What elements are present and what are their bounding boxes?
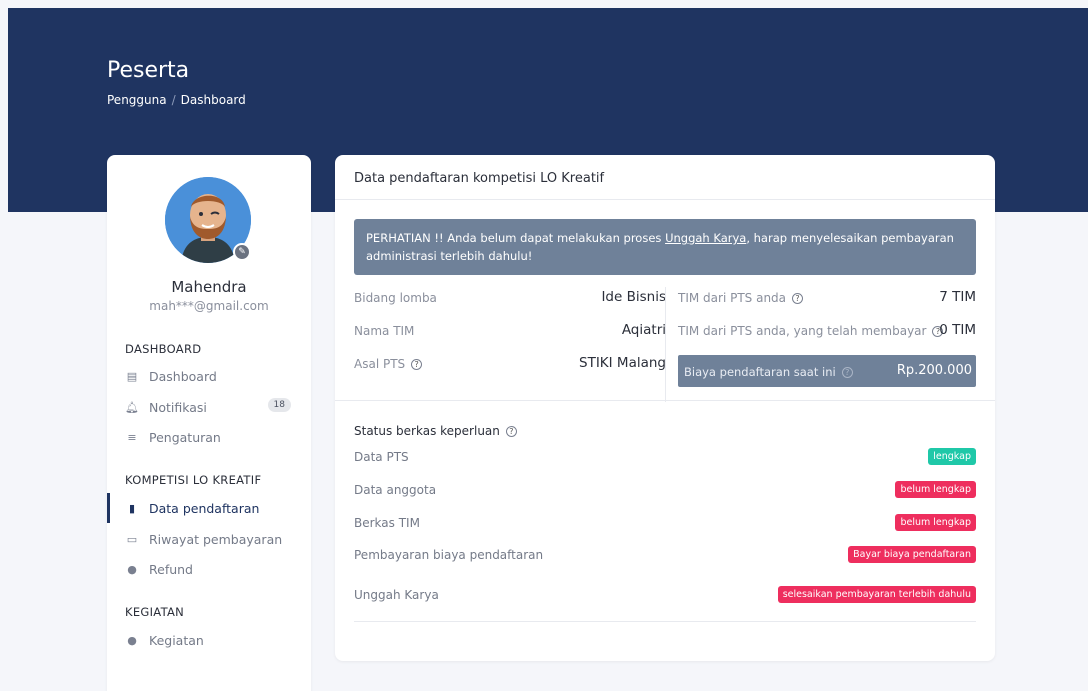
info-row-nama-tim: Nama TIM Aqiatri — [354, 320, 666, 353]
notification-count-badge: 18 — [267, 398, 291, 412]
sidebar-item-label: Notifikasi — [149, 399, 207, 415]
avatar: ✎ — [165, 177, 253, 265]
sidebar-item-refund[interactable]: ● Refund — [125, 558, 311, 580]
file-icon: ▮ — [128, 501, 136, 515]
status-row-unggah-karya: Unggah Karya selesaikan pembayaran terle… — [354, 586, 976, 606]
status-row-data-anggota: Data anggota belum lengkap — [354, 481, 976, 501]
status-row-pembayaran: Pembayaran biaya pendaftaran Bayar biaya… — [354, 546, 976, 566]
page-title: Peserta — [107, 58, 190, 83]
breadcrumb-pengguna[interactable]: Pengguna — [107, 93, 167, 107]
info-value: 0 TIM — [939, 322, 976, 338]
section-kompetisi-title: KOMPETISI LO KREATIF — [125, 473, 262, 487]
help-icon[interactable]: ? — [792, 293, 804, 304]
sidebar-item-data-pendaftaran[interactable]: ▮ Data pendaftaran — [107, 493, 311, 523]
status-label: Data PTS — [354, 450, 409, 464]
info-row-bidang-lomba: Bidang lomba Ide Bisnis — [354, 287, 666, 320]
info-label: Bidang lomba — [354, 291, 437, 305]
pay-fee-button[interactable]: Bayar biaya pendaftaran — [848, 546, 976, 563]
breadcrumb-separator: / — [171, 93, 176, 107]
settings-icon: ≡ — [127, 430, 137, 444]
registration-fee-box: Biaya pendaftaran saat ini? Rp.200.000 — [678, 355, 976, 387]
status-label: Pembayaran biaya pendaftaran — [354, 548, 544, 562]
sidebar-item-label: Refund — [149, 561, 193, 577]
info-label-text: TIM dari PTS anda, yang telah membayar — [678, 324, 927, 338]
user-email: mah***@gmail.com — [149, 299, 269, 313]
info-label-text: TIM dari PTS anda — [678, 291, 787, 305]
status-badge: belum lengkap — [895, 481, 976, 498]
payment-warning-alert: PERHATIAN !! Anda belum dapat melakukan … — [354, 219, 976, 275]
help-icon[interactable]: ? — [841, 367, 853, 378]
info-label: Nama TIM — [354, 324, 415, 338]
users-icon: ● — [127, 562, 137, 576]
sidebar: ✎ Mahendra mah***@gmail.com DASHBOARD ▤ … — [107, 155, 311, 691]
divider — [335, 400, 995, 401]
info-label: Asal PTS? — [354, 357, 423, 371]
info-label-text: Asal PTS — [354, 357, 406, 371]
info-value: 7 TIM — [939, 289, 976, 305]
help-icon[interactable]: ? — [505, 426, 517, 437]
credit-card-icon: ▭ — [126, 532, 138, 546]
sidebar-item-riwayat-pembayaran[interactable]: ▭ Riwayat pembayaran — [125, 528, 311, 550]
user-name: Mahendra — [171, 278, 247, 296]
card-title: Data pendaftaran kompetisi LO Kreatif — [335, 155, 995, 200]
section-kegiatan-title: KEGIATAN — [125, 605, 185, 619]
breadcrumb-dashboard: Dashboard — [180, 93, 246, 107]
info-label: TIM dari PTS anda? — [678, 291, 804, 305]
status-title: Status berkas keperluan? — [354, 424, 517, 438]
bell-icon: 🔔︎ — [125, 400, 139, 414]
sidebar-item-label: Dashboard — [149, 368, 217, 384]
section-dashboard-title: DASHBOARD — [125, 342, 202, 356]
help-icon[interactable]: ? — [411, 359, 423, 370]
info-row-tim-pts: TIM dari PTS anda? 7 TIM — [666, 287, 976, 320]
status-row-data-pts: Data PTS lengkap — [354, 448, 976, 468]
divider — [354, 621, 976, 622]
registration-card: Data pendaftaran kompetisi LO Kreatif PE… — [335, 155, 995, 661]
sidebar-item-label: Kegiatan — [149, 632, 204, 648]
info-row-tim-membayar: TIM dari PTS anda, yang telah membayar? … — [666, 320, 976, 353]
sidebar-item-label: Pengaturan — [149, 429, 221, 445]
status-badge: belum lengkap — [895, 514, 976, 531]
users-icon: ● — [127, 633, 137, 647]
info-value: Ide Bisnis — [601, 289, 666, 305]
info-value: STIKI Malang — [579, 355, 666, 371]
status-badge: selesaikan pembayaran terlebih dahulu — [777, 586, 976, 603]
status-label: Berkas TIM — [354, 516, 420, 530]
fee-label: Biaya pendaftaran saat ini? — [684, 365, 853, 379]
alert-text-prefix: PERHATIAN !! Anda belum dapat melakukan … — [366, 231, 666, 245]
breadcrumb: Pengguna / Dashboard — [107, 93, 246, 107]
dashboard-icon: ▤ — [126, 369, 138, 383]
team-info-left: Bidang lomba Ide Bisnis Nama TIM Aqiatri… — [354, 287, 666, 386]
status-label: Data anggota — [354, 483, 437, 497]
status-label: Unggah Karya — [354, 588, 439, 602]
status-title-text: Status berkas keperluan — [354, 424, 500, 438]
sidebar-item-pengaturan[interactable]: ≡ Pengaturan — [125, 426, 311, 448]
sidebar-item-label: Data pendaftaran — [149, 500, 260, 516]
status-badge: lengkap — [928, 448, 976, 465]
info-value: Aqiatri — [621, 322, 666, 338]
info-row-asal-pts: Asal PTS? STIKI Malang — [354, 353, 666, 386]
sidebar-item-label: Riwayat pembayaran — [149, 531, 283, 547]
team-info-right: TIM dari PTS anda? 7 TIM TIM dari PTS an… — [665, 287, 976, 402]
sidebar-item-dashboard[interactable]: ▤ Dashboard — [125, 365, 311, 387]
info-label: TIM dari PTS anda, yang telah membayar? — [678, 324, 944, 338]
unggah-karya-link[interactable]: Unggah Karya — [665, 231, 746, 245]
fee-label-text: Biaya pendaftaran saat ini — [684, 365, 836, 379]
sidebar-item-kegiatan[interactable]: ● Kegiatan — [125, 629, 311, 651]
status-row-berkas-tim: Berkas TIM belum lengkap — [354, 514, 976, 534]
edit-avatar-icon[interactable]: ✎ — [233, 243, 251, 261]
fee-value: Rp.200.000 — [896, 363, 972, 378]
sidebar-item-notifikasi[interactable]: 🔔︎ Notifikasi 18 — [125, 396, 311, 418]
